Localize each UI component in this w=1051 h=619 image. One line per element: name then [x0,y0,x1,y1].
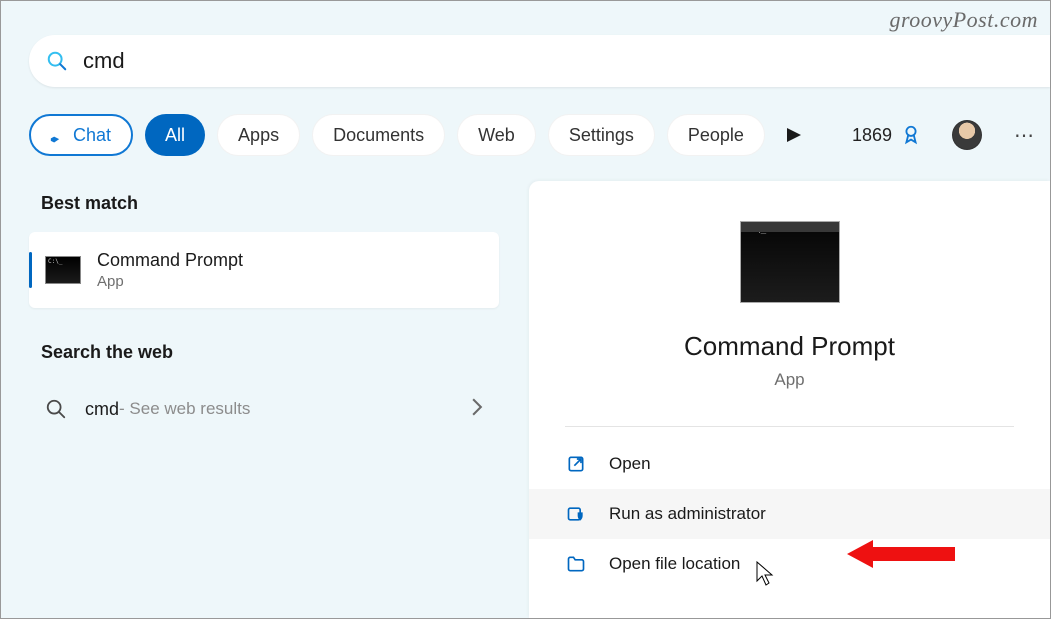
cmd-app-icon [45,256,81,284]
best-match-heading: Best match [41,193,499,214]
divider [565,426,1014,427]
people-pill-label: People [688,125,744,146]
chat-pill[interactable]: Chat [29,114,133,156]
web-pill-label: Web [478,125,515,146]
open-icon [565,453,587,475]
settings-pill-label: Settings [569,125,634,146]
user-avatar[interactable] [952,120,982,150]
all-pill-label: All [165,125,185,146]
action-run-admin-label: Run as administrator [609,504,766,524]
detail-title: Command Prompt [529,331,1050,362]
action-open-location-label: Open file location [609,554,740,574]
rewards-points[interactable]: 1869 [852,124,922,146]
search-bar[interactable] [29,35,1050,87]
web-pill[interactable]: Web [457,114,536,156]
more-filters-icon[interactable] [783,124,805,146]
best-match-result[interactable]: Command Prompt App [29,232,499,308]
action-open[interactable]: Open [529,439,1050,489]
people-pill[interactable]: People [667,114,765,156]
cmd-large-icon [740,221,840,303]
admin-shield-icon [565,503,587,525]
search-icon [45,49,69,73]
more-options-icon[interactable]: ⋯ [1006,117,1042,153]
search-web-heading: Search the web [41,342,499,363]
web-result-term: cmd [85,399,119,420]
documents-pill[interactable]: Documents [312,114,445,156]
action-run-admin[interactable]: Run as administrator [529,489,1050,539]
detail-panel: Command Prompt App Open Run as administr… [529,181,1050,618]
search-icon [45,398,67,420]
bing-chat-icon [45,125,65,145]
rewards-count: 1869 [852,125,892,146]
result-subtitle: App [97,273,243,290]
web-result-row[interactable]: cmd - See web results [29,381,499,437]
web-result-hint: - See web results [119,399,250,419]
action-open-location[interactable]: Open file location [529,539,1050,589]
result-title: Command Prompt [97,250,243,271]
filter-row: Chat All Apps Documents Web Settings Peo… [29,113,1050,157]
results-column: Best match Command Prompt App Search the… [29,193,499,437]
rewards-badge-icon [900,124,922,146]
action-open-label: Open [609,454,651,474]
documents-pill-label: Documents [333,125,424,146]
folder-icon [565,553,587,575]
watermark-text: groovyPost.com [889,7,1038,33]
apps-pill-label: Apps [238,125,279,146]
apps-pill[interactable]: Apps [217,114,300,156]
settings-pill[interactable]: Settings [548,114,655,156]
all-pill[interactable]: All [145,114,205,156]
detail-subtitle: App [529,370,1050,390]
search-input[interactable] [83,48,483,74]
chat-pill-label: Chat [73,125,111,146]
chevron-right-icon [471,398,483,421]
